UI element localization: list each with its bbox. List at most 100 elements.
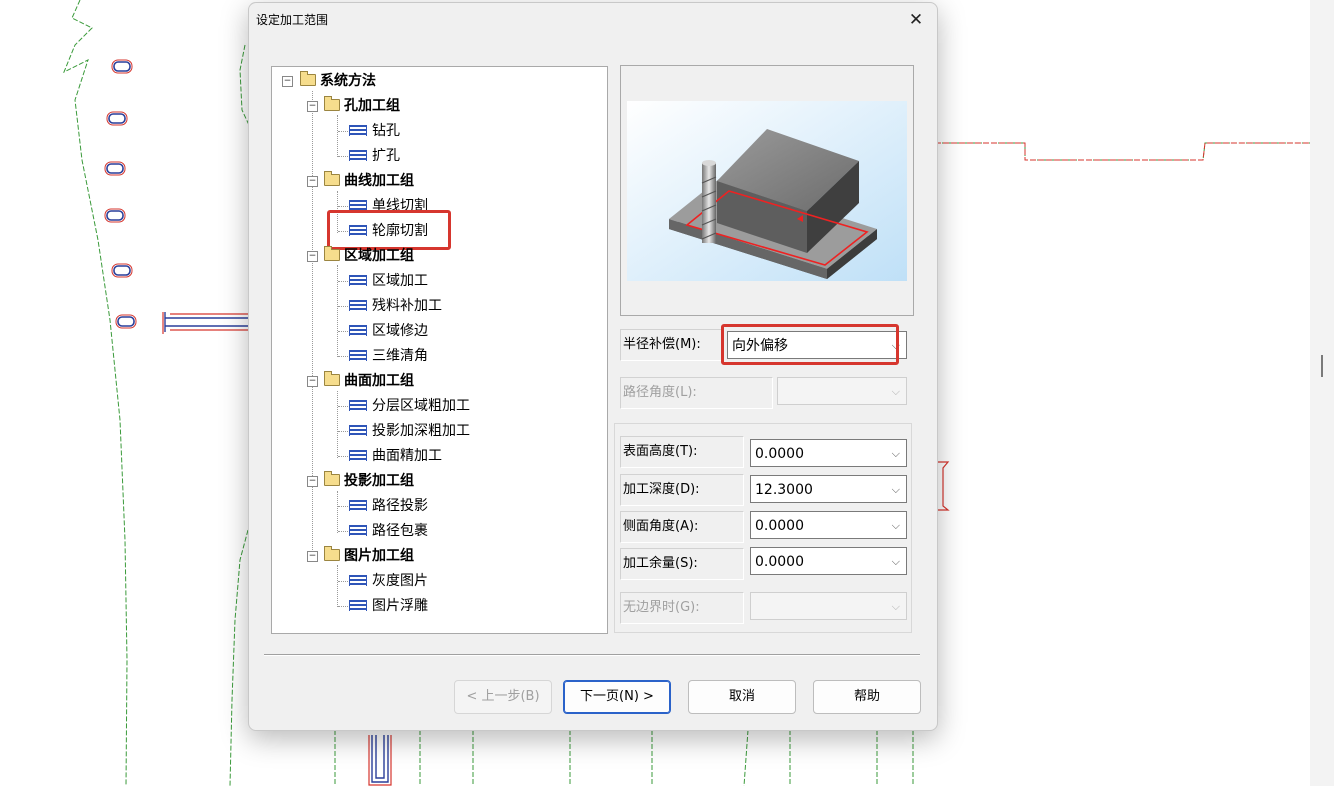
tree-item-area-machining[interactable]: 区域加工 [349, 270, 428, 292]
depth-input[interactable]: 12.3000 ⌵ [750, 475, 907, 503]
toolpath-icon [349, 425, 367, 436]
contour-cut-preview-image [627, 101, 907, 281]
tree-group-label: 图片加工组 [344, 548, 414, 564]
tree-item-label: 曲面精加工 [372, 448, 442, 464]
tree-item-label: 图片浮雕 [372, 598, 428, 614]
tree-item-label: 灰度图片 [372, 573, 428, 589]
prev-button[interactable]: < 上一步(B) [454, 680, 552, 714]
depth-label: 加工深度(D): [620, 474, 744, 506]
toolpath-icon [349, 325, 367, 336]
tree-group-image[interactable]: 图片加工组 [324, 545, 414, 567]
tree-item-label: 区域加工 [372, 273, 428, 289]
tree-group-label: 曲面加工组 [344, 373, 414, 389]
folder-icon [324, 546, 340, 561]
tree-group-hole[interactable]: 孔加工组 [324, 95, 400, 117]
separator [264, 654, 920, 656]
tree-item-surface-finish[interactable]: 曲面精加工 [349, 445, 442, 467]
chevron-down-icon[interactable]: ⌵ [892, 593, 900, 621]
folder-icon [324, 471, 340, 486]
toolpath-icon [349, 600, 367, 611]
tree-item-grayscale-image[interactable]: 灰度图片 [349, 570, 428, 592]
toolpath-icon [349, 300, 367, 311]
tree-item-layered-rough[interactable]: 分层区域粗加工 [349, 395, 470, 417]
folder-icon [324, 246, 340, 261]
method-tree[interactable]: − 系统方法 − 孔加工组 钻孔 扩孔 − 曲线加工组 单线切割 轮廓切割 − … [271, 66, 608, 634]
tree-item-label: 分层区域粗加工 [372, 398, 470, 414]
tree-item-drill[interactable]: 钻孔 [349, 120, 400, 142]
tree-group-label: 孔加工组 [344, 98, 400, 114]
tree-group-area[interactable]: 区域加工组 [324, 245, 414, 267]
tree-root[interactable]: 系统方法 [300, 70, 376, 92]
vertical-scrollbar[interactable] [1310, 0, 1334, 786]
folder-icon [324, 371, 340, 386]
tree-group-label: 区域加工组 [344, 248, 414, 264]
chevron-down-icon[interactable]: ⌵ [892, 440, 900, 468]
help-button[interactable]: 帮助 [813, 680, 921, 714]
highlight-box [721, 324, 899, 365]
close-icon[interactable]: ✕ [905, 9, 927, 31]
collapse-toggle-icon[interactable]: − [307, 376, 318, 387]
toolpath-icon [349, 575, 367, 586]
collapse-toggle-icon[interactable]: − [307, 101, 318, 112]
folder-icon [300, 71, 316, 86]
chevron-down-icon[interactable]: ⌵ [892, 378, 900, 406]
tree-item-ream[interactable]: 扩孔 [349, 145, 400, 167]
tree-item-projection-rough[interactable]: 投影加深粗加工 [349, 420, 470, 442]
folder-icon [324, 171, 340, 186]
cancel-button[interactable]: 取消 [688, 680, 796, 714]
tree-item-area-trim[interactable]: 区域修边 [349, 320, 428, 342]
tree-item-image-relief[interactable]: 图片浮雕 [349, 595, 428, 617]
tree-item-rest-machining[interactable]: 残料补加工 [349, 295, 442, 317]
tree-group-label: 投影加工组 [344, 473, 414, 489]
tree-group-label: 曲线加工组 [344, 173, 414, 189]
tree-group-surface[interactable]: 曲面加工组 [324, 370, 414, 392]
dialog: 设定加工范围 ✕ − 系统方法 − 孔加工组 钻孔 扩孔 − 曲线加工组 单线切… [248, 2, 938, 731]
tree-item-label: 路径投影 [372, 498, 428, 514]
chevron-down-icon[interactable]: ⌵ [892, 476, 900, 504]
no-boundary-select[interactable]: ⌵ [750, 592, 907, 620]
toolpath-icon [349, 450, 367, 461]
collapse-toggle-icon[interactable]: − [307, 251, 318, 262]
next-button[interactable]: 下一页(N) > [563, 680, 671, 714]
radius-comp-label: 半径补偿(M): [620, 329, 724, 361]
collapse-toggle-icon[interactable]: − [307, 476, 318, 487]
toolpath-icon [349, 500, 367, 511]
toolpath-icon [349, 275, 367, 286]
collapse-toggle-icon[interactable]: − [307, 176, 318, 187]
tree-item-3d-corner-clean[interactable]: 三维清角 [349, 345, 428, 367]
toolpath-icon [349, 350, 367, 361]
allowance-input[interactable]: 0.0000 ⌵ [750, 547, 907, 575]
collapse-toggle-icon[interactable]: − [282, 76, 293, 87]
toolpath-icon [349, 150, 367, 161]
scrollbar-thumb[interactable] [1321, 355, 1323, 377]
tree-item-label: 钻孔 [372, 123, 400, 139]
allowance-label: 加工余量(S): [620, 548, 744, 580]
path-angle-select[interactable]: ⌵ [777, 377, 907, 405]
tree-item-label: 投影加深粗加工 [372, 423, 470, 439]
toolpath-icon [349, 125, 367, 136]
tree-root-label: 系统方法 [320, 73, 376, 89]
side-angle-label: 侧面角度(A): [620, 511, 744, 543]
dialog-title: 设定加工范围 [256, 13, 329, 27]
tree-item-label: 区域修边 [372, 323, 428, 339]
toolpath-icon [349, 525, 367, 536]
dialog-titlebar[interactable]: 设定加工范围 ✕ [249, 3, 937, 35]
tree-group-curve[interactable]: 曲线加工组 [324, 170, 414, 192]
chevron-down-icon[interactable]: ⌵ [892, 548, 900, 576]
tree-item-path-wrap[interactable]: 路径包裹 [349, 520, 428, 542]
highlight-box [327, 210, 451, 250]
chevron-down-icon[interactable]: ⌵ [892, 512, 900, 540]
surface-height-input[interactable]: 0.0000 ⌵ [750, 439, 907, 467]
collapse-toggle-icon[interactable]: − [307, 551, 318, 562]
tree-item-path-projection[interactable]: 路径投影 [349, 495, 428, 517]
tree-item-label: 三维清角 [372, 348, 428, 364]
tree-item-label: 扩孔 [372, 148, 400, 164]
toolpath-icon [349, 400, 367, 411]
folder-icon [324, 96, 340, 111]
path-angle-label: 路径角度(L): [620, 377, 773, 409]
tree-group-projection[interactable]: 投影加工组 [324, 470, 414, 492]
side-angle-input[interactable]: 0.0000 ⌵ [750, 511, 907, 539]
preview-panel [620, 65, 914, 316]
tree-item-label: 残料补加工 [372, 298, 442, 314]
tree-item-label: 路径包裹 [372, 523, 428, 539]
